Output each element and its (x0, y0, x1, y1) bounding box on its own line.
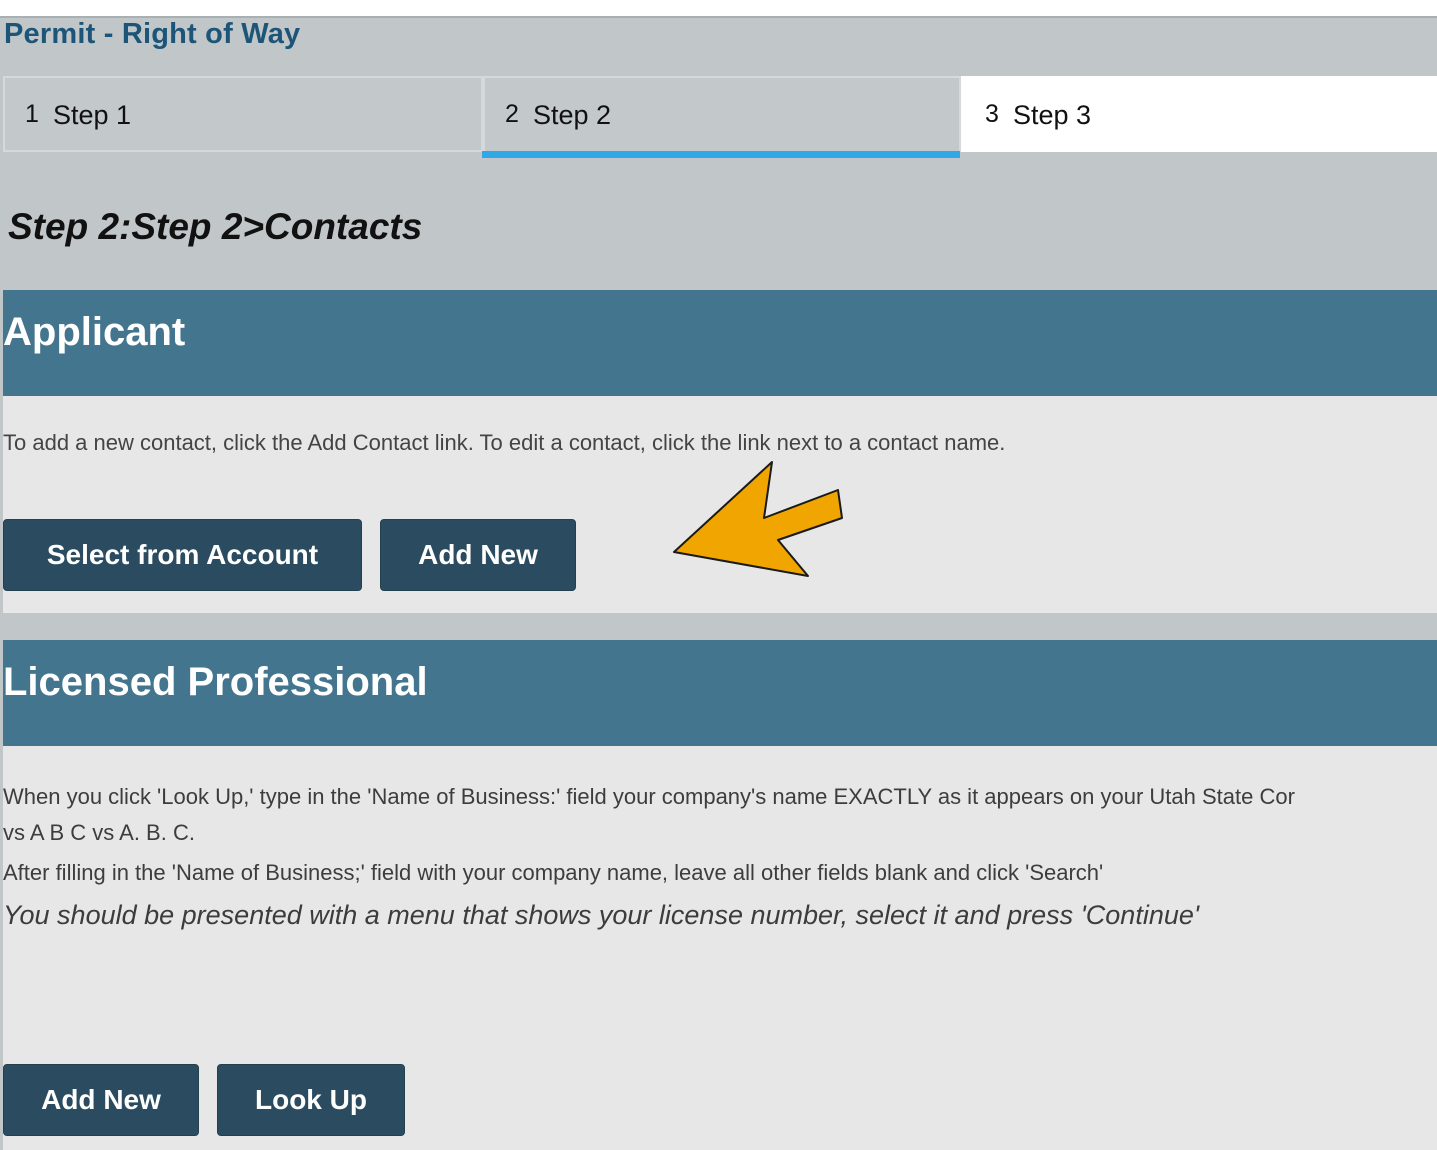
search-instruction-line: After filling in the 'Name of Business;'… (3, 860, 1104, 885)
select-from-account-button[interactable]: Select from Account (3, 519, 362, 591)
licensed-professional-add-new-button[interactable]: Add New (3, 1064, 199, 1136)
look-up-button[interactable]: Look Up (217, 1064, 405, 1136)
applicant-add-new-button[interactable]: Add New (380, 519, 576, 591)
tab-step-2[interactable]: 2 Step 2 (483, 76, 961, 152)
active-step-indicator (482, 151, 960, 158)
step-number: 2 (505, 100, 519, 128)
step-number: 3 (985, 100, 999, 128)
step-tabs: 1 Step 1 2 Step 2 3 Step 3 (3, 76, 1437, 158)
applicant-title: Applicant (3, 310, 186, 354)
licensed-professional-title: Licensed Professional (3, 660, 428, 704)
step-heading: Step 2:Step 2>Contacts (8, 206, 423, 247)
tab-step-1[interactable]: 1 Step 1 (3, 76, 483, 152)
step-label: Step 1 (53, 100, 132, 130)
step-number: 1 (25, 100, 39, 128)
step-label: Step 2 (533, 100, 612, 130)
pointer-arrow-icon (673, 461, 843, 577)
licensed-professional-section-body: When you click 'Look Up,' type in the 'N… (3, 746, 1437, 1150)
page-title: Permit - Right of Way (4, 18, 301, 50)
licensed-professional-section-header: Licensed Professional (3, 640, 1437, 746)
name-format-line: vs A B C vs A. B. C. (3, 820, 195, 845)
step-label: Step 3 (1013, 100, 1092, 130)
look-up-instruction-line: When you click 'Look Up,' type in the 'N… (3, 784, 1295, 809)
top-bar (0, 0, 1437, 18)
applicant-section-header: Applicant (3, 290, 1437, 396)
continue-instruction-line: You should be presented with a menu that… (3, 900, 1200, 930)
tab-step-3[interactable]: 3 Step 3 (961, 76, 1437, 152)
